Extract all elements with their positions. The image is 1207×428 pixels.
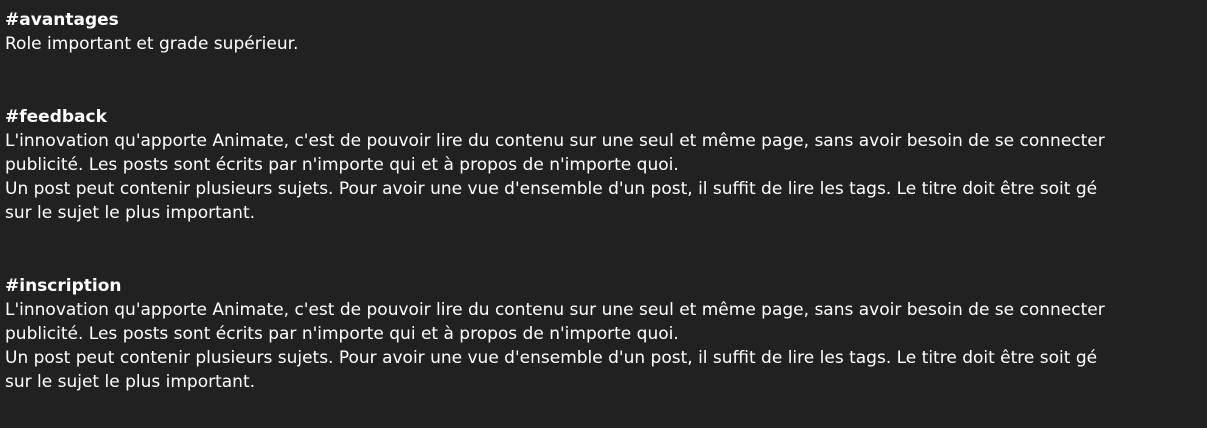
section-text-line: L'innovation qu'apporte Animate, c'est d… bbox=[5, 131, 1105, 151]
section-tag-heading: #inscription bbox=[5, 276, 122, 296]
section-text-line: L'innovation qu'apporte Animate, c'est d… bbox=[5, 300, 1105, 320]
section-tag-heading: #avantages bbox=[5, 10, 119, 30]
section-text-line: publicité. Les posts sont écrits par n'i… bbox=[5, 324, 679, 344]
section-avantages: #avantages Role important et grade supér… bbox=[5, 8, 1207, 56]
section-tag-heading: #feedback bbox=[5, 107, 107, 127]
content-area: #avantages Role important et grade supér… bbox=[5, 8, 1207, 394]
section-text-line: sur le sujet le plus important. bbox=[5, 372, 256, 392]
section-feedback: #feedback L'innovation qu'apporte Animat… bbox=[5, 105, 1207, 225]
section-text-line: Un post peut contenir plusieurs sujets. … bbox=[5, 179, 1098, 199]
section-text-line: Role important et grade supérieur. bbox=[5, 34, 299, 54]
section-text-line: Un post peut contenir plusieurs sujets. … bbox=[5, 348, 1098, 368]
section-text-line: sur le sujet le plus important. bbox=[5, 203, 256, 223]
section-text-line: publicité. Les posts sont écrits par n'i… bbox=[5, 155, 679, 175]
section-inscription: #inscription L'innovation qu'apporte Ani… bbox=[5, 274, 1207, 394]
